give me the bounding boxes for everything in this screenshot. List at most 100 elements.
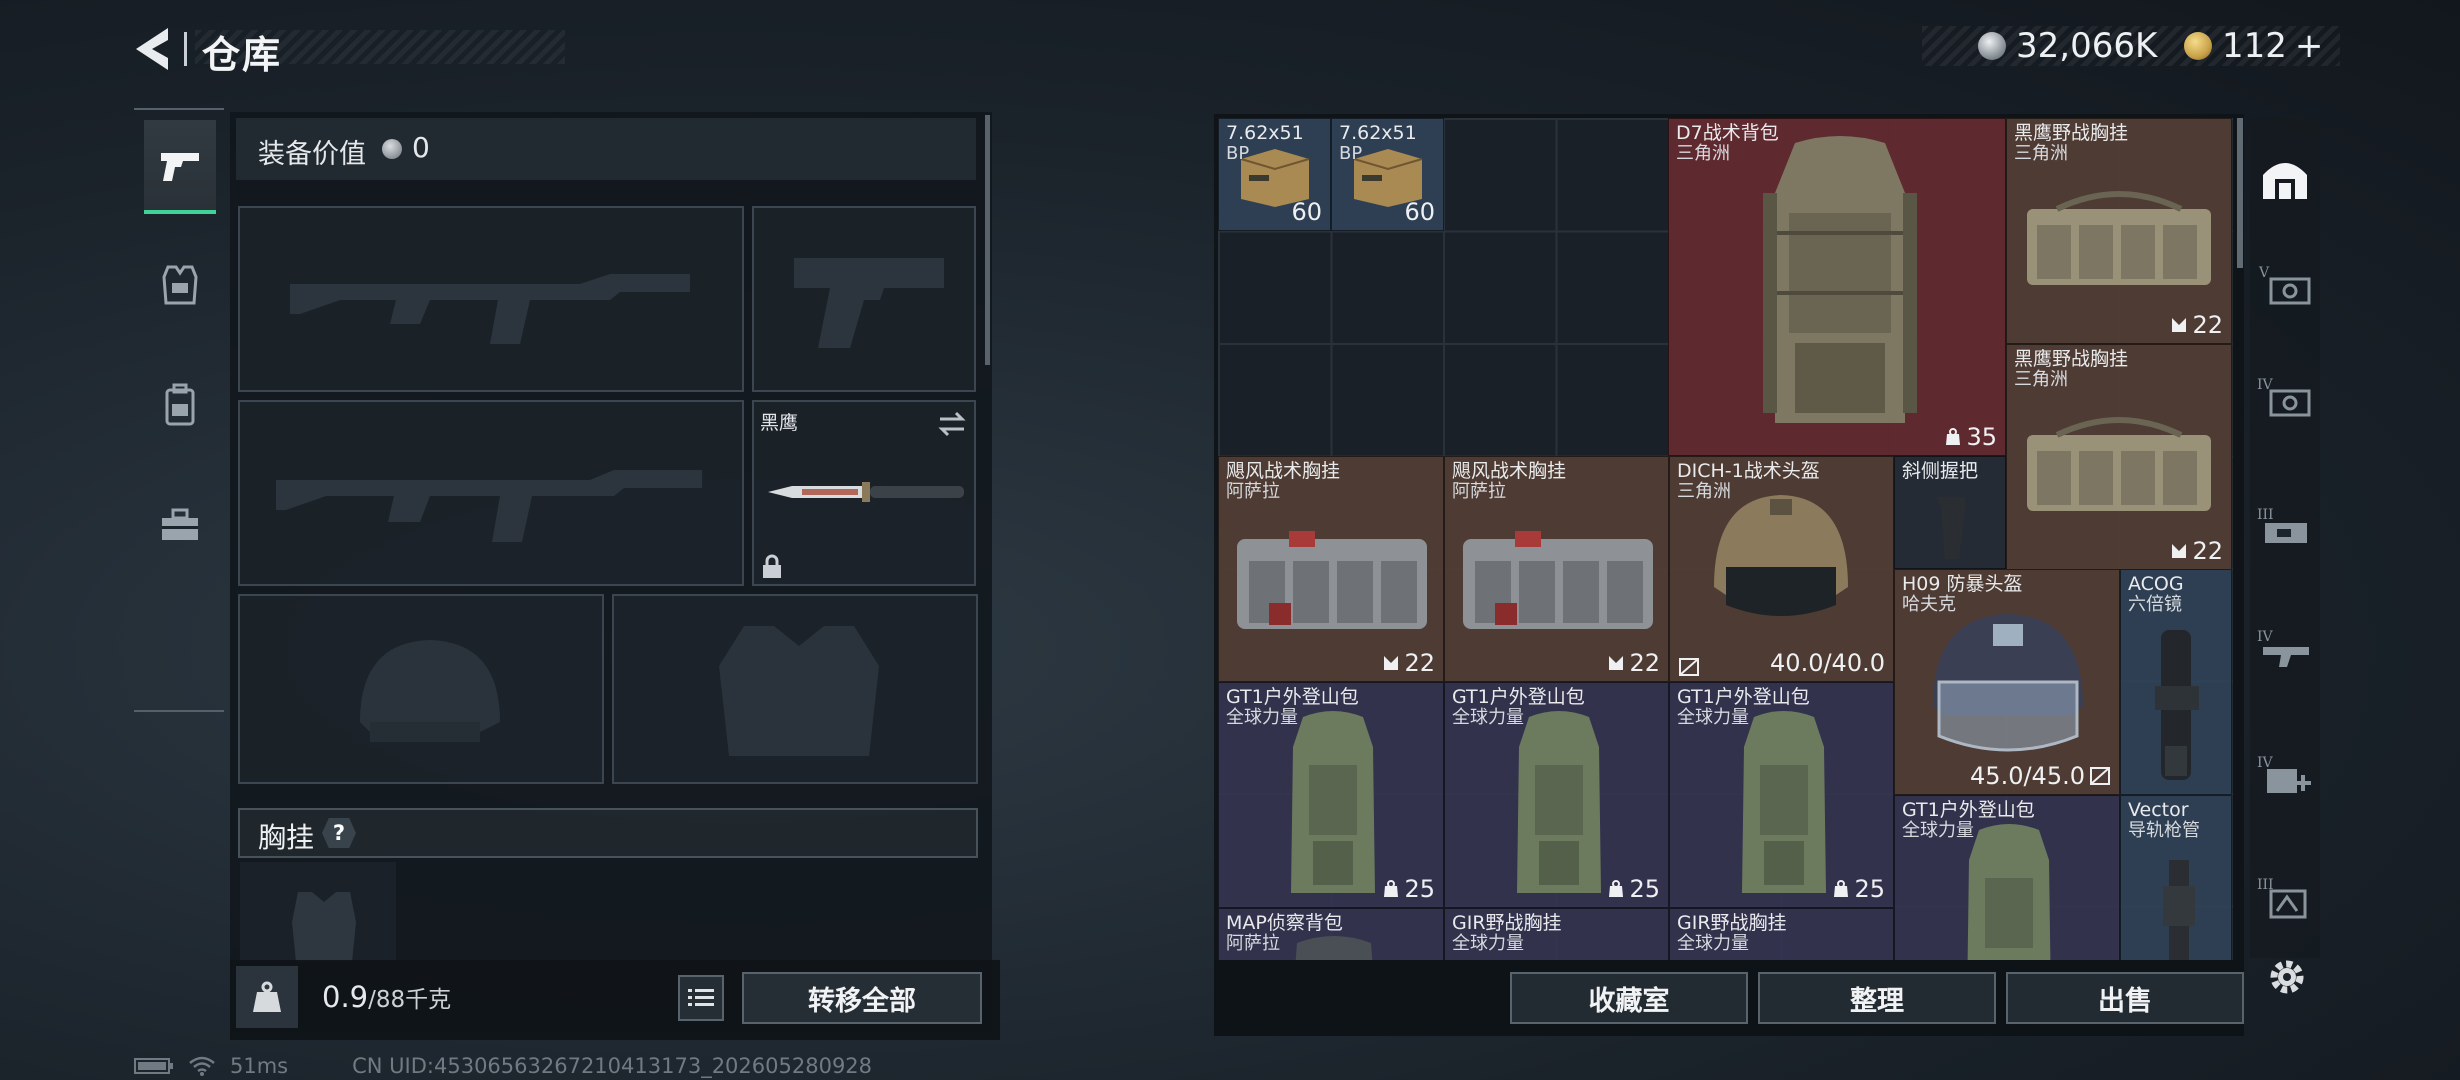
vest-icon <box>162 265 198 305</box>
item-durability-value: 45.0/45.0 <box>1970 762 2085 790</box>
storage-tab-equipment[interactable]: III <box>2254 850 2316 944</box>
storage-tab-tier5[interactable]: V <box>2254 238 2316 332</box>
body-armor-slot[interactable] <box>612 594 978 784</box>
item-count-value: 25 <box>1854 875 1885 903</box>
backpack-icon <box>1517 711 1601 893</box>
chest-rig-slot[interactable] <box>240 862 396 962</box>
item-name: H09 防暴头盔 <box>1902 573 2023 595</box>
slots-icon <box>2172 544 2187 558</box>
storage-item[interactable]: GT1户外登山包 全球力量 25 <box>1669 682 1894 908</box>
armor-silhouette-icon <box>719 626 879 756</box>
storage-tab-tier3[interactable]: III <box>2254 480 2316 574</box>
storage-item[interactable]: 斜侧握把 <box>1894 456 2006 569</box>
item-subtitle: 全球力量 <box>1226 707 1298 728</box>
organize-button[interactable]: 整理 <box>1758 972 1996 1024</box>
storage-item[interactable]: 飓风战术胸挂 阿萨拉 22 <box>1218 456 1444 682</box>
storage-tab-medical[interactable]: IV <box>2254 728 2316 822</box>
slots-icon <box>2172 318 2187 332</box>
durability-icon <box>1679 658 1699 676</box>
storage-item[interactable]: GIR野战胸挂 全球力量 <box>1669 908 1894 960</box>
sell-button[interactable]: 出售 <box>2006 972 2244 1024</box>
item-name: GIR野战胸挂 <box>1452 912 1562 934</box>
chest-rig-icon <box>1463 531 1653 629</box>
storage-item[interactable]: MAP侦察背包 阿萨拉 <box>1218 908 1444 960</box>
storage-item[interactable]: GT1户外登山包 全球力量 <box>1894 795 2120 960</box>
item-count: 60 <box>1404 198 1435 226</box>
backpack-icon <box>1967 824 2051 960</box>
item-name: 7.62x51 <box>1226 122 1304 144</box>
loadout-scrollbar[interactable] <box>985 115 990 365</box>
list-icon <box>688 989 714 1006</box>
storage-item[interactable]: GT1户外登山包 全球力量 25 <box>1218 682 1444 908</box>
slots-icon <box>1609 656 1624 670</box>
equip-value-label: 装备价值 <box>258 139 366 170</box>
chest-rig-icon <box>1237 531 1427 629</box>
silver-currency[interactable]: 32,066K <box>1978 26 2157 66</box>
storage-scrollbar[interactable] <box>2237 118 2243 268</box>
tier-iv-storage-icon: IV <box>2257 377 2311 417</box>
item-count-value: 35 <box>1966 423 1997 451</box>
nav-tab-backpack[interactable] <box>144 360 216 450</box>
storage-item[interactable]: 黑鹰野战胸挂 三角洲 22 <box>2006 118 2232 344</box>
item-subtitle: 全球力量 <box>1452 707 1524 728</box>
item-name: GIR野战胸挂 <box>1677 912 1787 934</box>
storage-item[interactable]: 飓风战术胸挂 阿萨拉 22 <box>1444 456 1669 682</box>
primary-weapon-slot[interactable] <box>238 206 744 392</box>
gold-amount: 112 <box>2222 26 2287 66</box>
item-subtitle: 三角洲 <box>2014 369 2068 390</box>
nav-tab-weapons[interactable] <box>144 120 216 214</box>
back-button[interactable] <box>128 22 178 76</box>
tier-iv-weapon-icon: IV <box>2257 629 2309 667</box>
storage-item[interactable]: DICH-1战术头盔 三角洲 40.0/40.0 <box>1669 456 1894 682</box>
chest-rig-silhouette-icon <box>292 892 356 962</box>
storage-item[interactable]: H09 防暴头盔 哈夫克 45.0/45.0 <box>1894 569 2120 795</box>
item-count: 25 <box>1607 875 1660 903</box>
secondary-weapon-slot[interactable] <box>752 206 976 392</box>
storage-item[interactable]: Vector 导轨枪管 <box>2120 795 2232 960</box>
nav-tab-armor[interactable] <box>144 240 216 330</box>
pistol-icon <box>161 153 199 181</box>
storage-item[interactable]: 7.62x51 BP 60 <box>1218 118 1331 231</box>
storage-item[interactable]: GIR野战胸挂 全球力量 <box>1444 908 1669 960</box>
knife-icon <box>768 482 964 502</box>
storage-tab-weapons[interactable]: IV <box>2254 602 2316 696</box>
tier-iii-equipment-icon: III <box>2257 877 2307 919</box>
storage-item[interactable]: GT1户外登山包 全球力量 25 <box>1444 682 1669 908</box>
storage-item[interactable]: 黑鹰野战胸挂 三角洲 22 <box>2006 344 2232 570</box>
transfer-all-button[interactable]: 转移全部 <box>742 972 982 1024</box>
nav-tab-supplies[interactable] <box>144 480 216 570</box>
item-count: 22 <box>1382 649 1435 677</box>
list-view-button[interactable] <box>678 975 724 1021</box>
third-weapon-slot[interactable] <box>238 400 744 586</box>
storage-grid: 7.62x51 BP 60 7.62x51 BP 60 D7战术背包 三角洲 3… <box>1218 118 2233 960</box>
item-name: MAP侦察背包 <box>1226 912 1343 934</box>
item-count: 22 <box>2170 311 2223 339</box>
battery-icon <box>134 1058 173 1074</box>
chest-rig-icon <box>2027 191 2211 285</box>
gold-currency[interactable]: 112 + <box>2184 26 2323 66</box>
settings-button[interactable] <box>2262 952 2312 1002</box>
add-gold-button[interactable]: + <box>2295 26 2324 66</box>
item-durability-value: 40.0/40.0 <box>1770 649 1885 677</box>
collection-room-button[interactable]: 收藏室 <box>1510 972 1748 1024</box>
storage-item[interactable]: D7战术背包 三角洲 35 <box>1668 118 2006 456</box>
storage-tab-main[interactable] <box>2254 130 2316 224</box>
item-count: 25 <box>1382 875 1435 903</box>
durability-icon-wrap <box>1678 657 1700 677</box>
item-name: 7.62x51 <box>1339 122 1417 144</box>
item-subtitle: 六倍镜 <box>2128 594 2182 615</box>
tier-v-storage-icon: V <box>2258 265 2311 305</box>
helmet-slot[interactable] <box>238 594 604 784</box>
help-button[interactable]: ? <box>322 818 356 848</box>
chest-rig-icon <box>2027 417 2211 511</box>
ping-value: 51ms <box>230 1054 289 1078</box>
riot-helmet-icon <box>1933 614 2083 752</box>
storage-tab-tier4[interactable]: IV <box>2254 350 2316 444</box>
storage-item[interactable]: 7.62x51 BP 60 <box>1331 118 1444 231</box>
svg-text:IV: IV <box>2257 629 2274 645</box>
carry-weight-max: /88千克 <box>368 987 452 1013</box>
storage-item[interactable]: ACOG 六倍镜 <box>2120 569 2232 795</box>
item-subtitle: 全球力量 <box>1452 933 1524 954</box>
item-subtitle: 阿萨拉 <box>1452 481 1506 502</box>
swap-icon[interactable] <box>936 410 968 438</box>
